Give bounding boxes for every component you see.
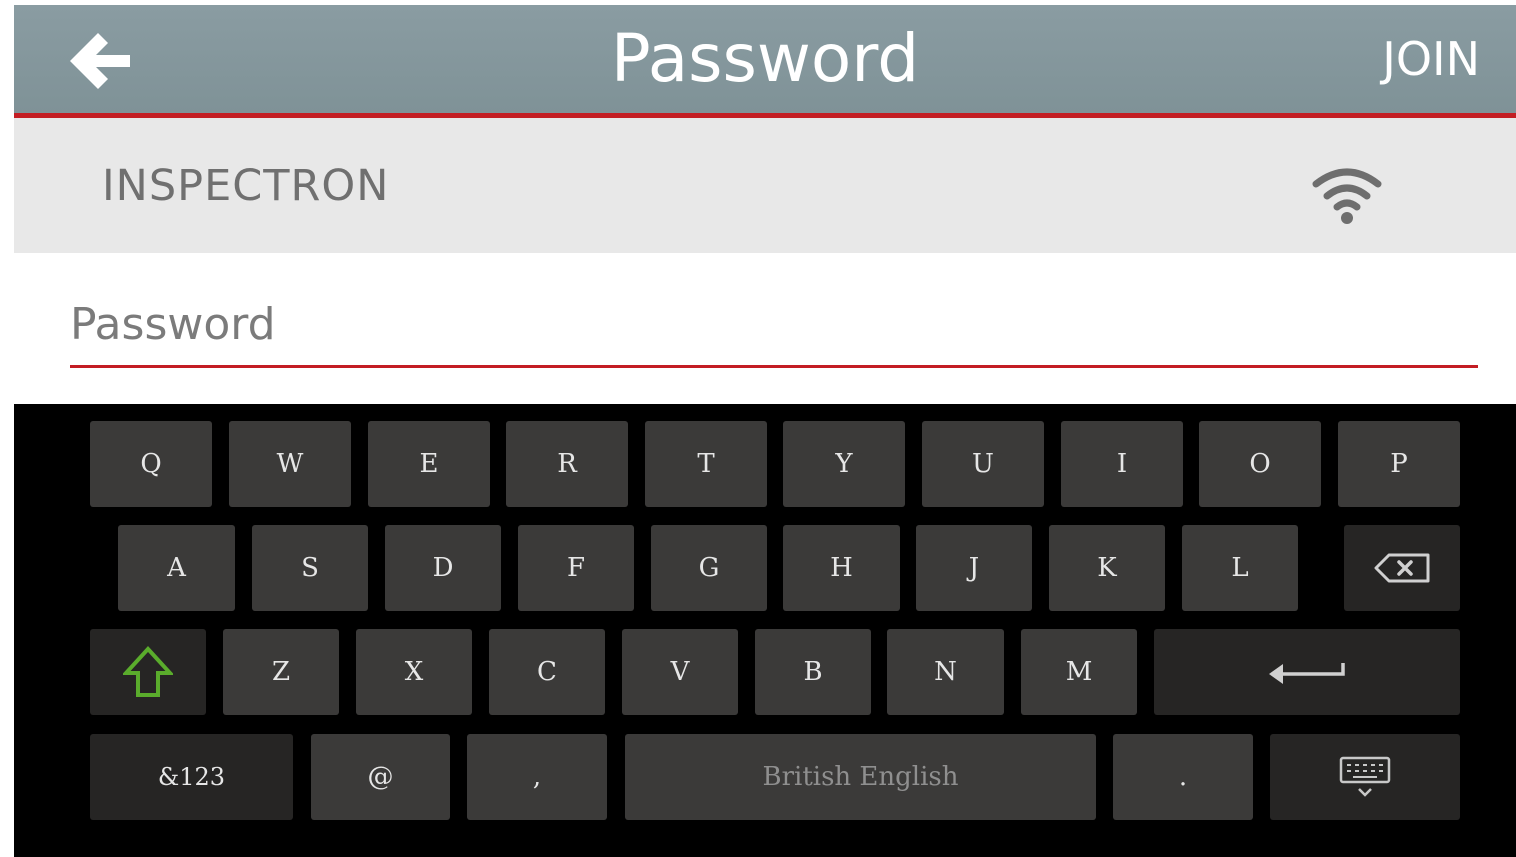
key-label: Z [271, 657, 291, 687]
key-label: C [537, 657, 557, 687]
shift-icon [123, 646, 173, 697]
network-name: INSPECTRON [102, 161, 390, 211]
password-input[interactable]: Password [70, 289, 1478, 368]
key-label: A [167, 553, 186, 583]
wifi-password-screen: Password JOIN INSPECTRON Password Q W E … [14, 5, 1516, 857]
key-o[interactable]: O [1199, 421, 1321, 507]
key-label: H [830, 553, 853, 583]
key-label: B [803, 657, 823, 687]
key-d[interactable]: D [385, 525, 501, 611]
key-label: W [276, 449, 304, 479]
hide-keyboard-key[interactable] [1270, 734, 1460, 820]
password-placeholder: Password [70, 299, 276, 350]
key-comma[interactable]: , [467, 734, 607, 820]
on-screen-keyboard: Q W E R T Y U I O P A S D F G H J K L Z … [14, 404, 1516, 857]
backspace-key[interactable] [1344, 525, 1460, 611]
key-label: Q [140, 449, 162, 479]
key-label: G [698, 553, 720, 583]
key-label: N [934, 657, 957, 687]
header-bar: Password JOIN [14, 5, 1516, 118]
key-f[interactable]: F [518, 525, 634, 611]
key-m[interactable]: M [1021, 629, 1137, 715]
space-key[interactable]: British English [625, 734, 1096, 820]
key-label: S [301, 553, 319, 583]
back-button[interactable] [64, 25, 136, 97]
key-c[interactable]: C [489, 629, 605, 715]
key-label: K [1097, 553, 1117, 583]
wifi-icon [1312, 168, 1382, 224]
key-label: L [1231, 553, 1249, 583]
key-p[interactable]: P [1338, 421, 1460, 507]
key-label: , [532, 762, 542, 792]
key-q[interactable]: Q [90, 421, 212, 507]
key-v[interactable]: V [622, 629, 738, 715]
key-label: &123 [157, 763, 226, 791]
key-b[interactable]: B [755, 629, 871, 715]
key-label: Y [835, 449, 853, 479]
key-label: E [419, 449, 439, 479]
key-label: X [404, 657, 424, 687]
back-arrow-icon [70, 33, 130, 89]
key-z[interactable]: Z [223, 629, 339, 715]
key-period[interactable]: . [1113, 734, 1253, 820]
key-e[interactable]: E [368, 421, 490, 507]
key-l[interactable]: L [1182, 525, 1298, 611]
key-label: @ [367, 762, 394, 792]
key-label: P [1390, 449, 1408, 479]
key-label: M [1065, 657, 1093, 687]
key-g[interactable]: G [651, 525, 767, 611]
key-label: F [566, 553, 586, 583]
key-label: T [697, 449, 715, 479]
network-row: INSPECTRON [14, 118, 1516, 253]
hide-keyboard-icon [1339, 756, 1391, 797]
join-button[interactable]: JOIN [1382, 29, 1480, 89]
key-n[interactable]: N [887, 629, 1004, 715]
key-t[interactable]: T [645, 421, 767, 507]
key-label: O [1249, 449, 1271, 479]
key-y[interactable]: Y [783, 421, 905, 507]
key-s[interactable]: S [252, 525, 368, 611]
key-a[interactable]: A [118, 525, 235, 611]
key-label: I [1116, 449, 1128, 479]
enter-icon [1269, 663, 1345, 684]
key-h[interactable]: H [783, 525, 900, 611]
key-r[interactable]: R [506, 421, 628, 507]
key-i[interactable]: I [1061, 421, 1183, 507]
key-k[interactable]: K [1049, 525, 1165, 611]
key-u[interactable]: U [922, 421, 1044, 507]
key-label: . [1178, 762, 1188, 792]
key-label: U [972, 449, 994, 479]
page-title: Password [610, 20, 920, 97]
key-label: J [968, 553, 980, 583]
key-at[interactable]: @ [311, 734, 450, 820]
enter-key[interactable] [1154, 629, 1460, 715]
shift-key[interactable] [90, 629, 206, 715]
key-label: R [557, 449, 577, 479]
key-x[interactable]: X [356, 629, 472, 715]
key-label: V [670, 657, 690, 687]
symbols-key[interactable]: &123 [90, 734, 293, 820]
key-j[interactable]: J [916, 525, 1032, 611]
key-w[interactable]: W [229, 421, 351, 507]
backspace-icon [1374, 553, 1430, 583]
space-key-label: British English [762, 762, 959, 792]
key-label: D [432, 553, 454, 583]
